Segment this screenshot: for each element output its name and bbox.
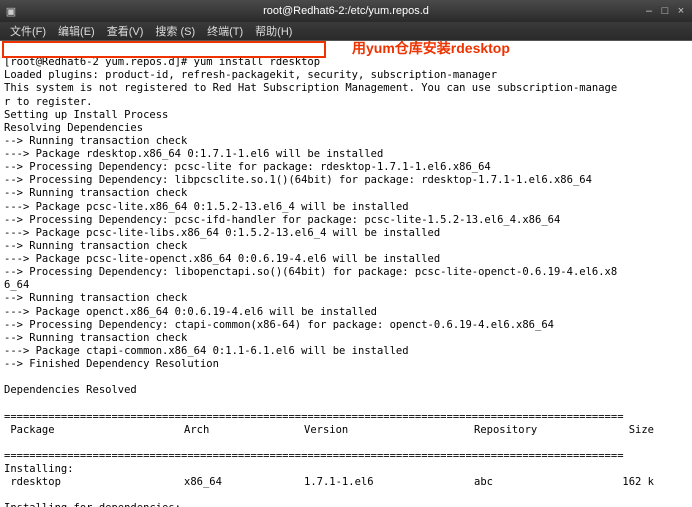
table-row: rdesktopx86_641.7.1-1.el6abc162 k xyxy=(4,476,688,489)
cell-repo: abc xyxy=(474,476,594,489)
menu-file[interactable]: 文件(F) xyxy=(4,23,52,39)
out-line: ---> Package pcsc-lite-openct.x86_64 0:0… xyxy=(4,253,440,265)
hdr-arch: Arch xyxy=(184,424,304,437)
installing-deps-label: Installing for dependencies: xyxy=(4,502,181,507)
cell-version: 1.7.1-1.el6 xyxy=(304,476,474,489)
window-title: root@Redhat6-2:/etc/yum.repos.d xyxy=(263,5,429,17)
out-line: --> Running transaction check xyxy=(4,135,187,147)
terminal-window: ▣ root@Redhat6-2:/etc/yum.repos.d – □ × … xyxy=(0,0,692,507)
installing-label: Installing: xyxy=(4,463,74,475)
out-line: This system is not registered to Red Hat… xyxy=(4,82,617,94)
out-line: Resolving Dependencies xyxy=(4,122,143,134)
table-header: PackageArchVersionRepositorySize xyxy=(4,424,688,437)
cell-arch: x86_64 xyxy=(184,476,304,489)
out-line: ---> Package pcsc-lite.x86_64 0:1.5.2-13… xyxy=(4,201,409,213)
out-line: --> Running transaction check xyxy=(4,240,187,252)
terminal-icon: ▣ xyxy=(4,4,18,18)
hdr-repo: Repository xyxy=(474,424,594,437)
menu-edit[interactable]: 编辑(E) xyxy=(52,23,101,39)
out-line: Loaded plugins: product-id, refresh-pack… xyxy=(4,69,497,81)
cell-name: rdesktop xyxy=(4,476,184,489)
out-line: --> Processing Dependency: pcsc-ifd-hand… xyxy=(4,214,560,226)
separator: ========================================… xyxy=(4,450,624,462)
minimize-button[interactable]: – xyxy=(642,4,656,18)
cell-size: 162 k xyxy=(594,476,654,489)
close-button[interactable]: × xyxy=(674,4,688,18)
out-line: --> Running transaction check xyxy=(4,332,187,344)
prompt-line: [root@Redhat6-2 yum.repos.d]# yum instal… xyxy=(4,56,320,68)
out-line: --> Processing Dependency: libopenctapi.… xyxy=(4,266,617,278)
out-line: --> Finished Dependency Resolution xyxy=(4,358,219,370)
out-line: ---> Package ctapi-common.x86_64 0:1.1-6… xyxy=(4,345,409,357)
out-line: --> Processing Dependency: libpcsclite.s… xyxy=(4,174,592,186)
menu-view[interactable]: 查看(V) xyxy=(101,23,150,39)
menu-terminal[interactable]: 终端(T) xyxy=(201,23,249,39)
terminal-output[interactable]: [root@Redhat6-2 yum.repos.d]# yum instal… xyxy=(0,41,692,507)
out-line: --> Processing Dependency: pcsc-lite for… xyxy=(4,161,491,173)
out-line: Setting up Install Process xyxy=(4,109,168,121)
out-line: 6_64 xyxy=(4,279,29,291)
hdr-size: Size xyxy=(594,424,654,437)
out-line: ---> Package pcsc-lite-libs.x86_64 0:1.5… xyxy=(4,227,440,239)
hdr-package: Package xyxy=(4,424,184,437)
out-line: r to register. xyxy=(4,96,93,108)
separator: ========================================… xyxy=(4,411,624,423)
package-list-main: rdesktopx86_641.7.1-1.el6abc162 k xyxy=(4,476,688,489)
menubar: 文件(F) 编辑(E) 查看(V) 搜索 (S) 终端(T) 帮助(H) xyxy=(0,22,692,41)
out-line: --> Running transaction check xyxy=(4,292,187,304)
maximize-button[interactable]: □ xyxy=(658,4,672,18)
out-line: Dependencies Resolved xyxy=(4,384,137,396)
hdr-version: Version xyxy=(304,424,474,437)
out-line: ---> Package openct.x86_64 0:0.6.19-4.el… xyxy=(4,306,377,318)
out-line: ---> Package rdesktop.x86_64 0:1.7.1-1.e… xyxy=(4,148,383,160)
out-line: --> Running transaction check xyxy=(4,187,187,199)
menu-search[interactable]: 搜索 (S) xyxy=(149,23,201,39)
menu-help[interactable]: 帮助(H) xyxy=(249,23,298,39)
out-line: --> Processing Dependency: ctapi-common(… xyxy=(4,319,554,331)
titlebar: ▣ root@Redhat6-2:/etc/yum.repos.d – □ × xyxy=(0,0,692,22)
annotation-label: 用yum仓库安装rdesktop xyxy=(352,41,510,58)
